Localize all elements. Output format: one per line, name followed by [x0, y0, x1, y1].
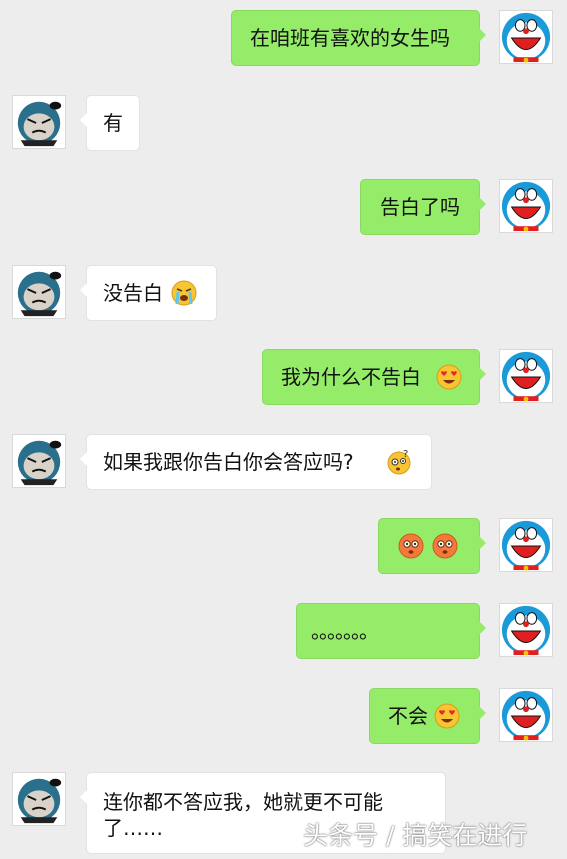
- cartoon-monster-avatar-icon[interactable]: [12, 95, 66, 149]
- message-text: 没告白: [103, 281, 163, 305]
- message-text: 在咱班有喜欢的女生吗: [250, 26, 450, 50]
- message-bubble[interactable]: 有: [80, 95, 140, 151]
- message-text: 我为什么不告白: [281, 365, 421, 389]
- message-text: 。。。。。。。: [311, 619, 379, 643]
- cartoon-monster-avatar-icon[interactable]: [12, 772, 66, 826]
- doraemon-avatar-icon[interactable]: [499, 688, 553, 742]
- confused-face-icon: ?: [386, 449, 412, 475]
- doraemon-avatar-icon[interactable]: [499, 603, 553, 657]
- cartoon-monster-avatar-icon[interactable]: [12, 434, 66, 488]
- message-bubble[interactable]: 不会: [369, 688, 486, 744]
- message-text: 不会: [388, 704, 428, 728]
- heart-eyes-icon: [436, 364, 462, 390]
- message-text: 有: [103, 111, 123, 135]
- doraemon-avatar-icon[interactable]: [499, 349, 553, 403]
- chat-area: 在咱班有喜欢的女生吗 有 告白了吗 没告白 我为什么不告白 如果我跟你告白你会答…: [0, 0, 567, 859]
- message-bubble[interactable]: 。。。。。。。: [296, 603, 486, 659]
- doraemon-avatar-icon[interactable]: [499, 518, 553, 572]
- svg-text:?: ?: [403, 449, 408, 460]
- message-text: 如果我跟你告白你会答应吗?: [103, 450, 354, 474]
- crying-face-icon: [171, 280, 197, 306]
- cartoon-monster-avatar-icon[interactable]: [12, 265, 66, 319]
- watermark: 头条号 / 搞笑在进行: [303, 821, 528, 850]
- message-bubble[interactable]: 我为什么不告白: [262, 349, 486, 405]
- doraemon-avatar-icon[interactable]: [499, 179, 553, 233]
- doraemon-avatar-icon[interactable]: [499, 10, 553, 64]
- message-text: 告白了吗: [380, 195, 460, 219]
- message-bubble[interactable]: [378, 518, 486, 574]
- flushed-face-icon: [398, 533, 424, 559]
- heart-eyes-icon: [434, 703, 460, 729]
- message-bubble[interactable]: 在咱班有喜欢的女生吗: [231, 10, 486, 66]
- message-bubble[interactable]: 告白了吗: [360, 179, 486, 235]
- message-bubble[interactable]: 没告白: [80, 265, 217, 321]
- flushed-face-icon: [432, 533, 458, 559]
- message-bubble[interactable]: 如果我跟你告白你会答应吗? ?: [80, 434, 432, 490]
